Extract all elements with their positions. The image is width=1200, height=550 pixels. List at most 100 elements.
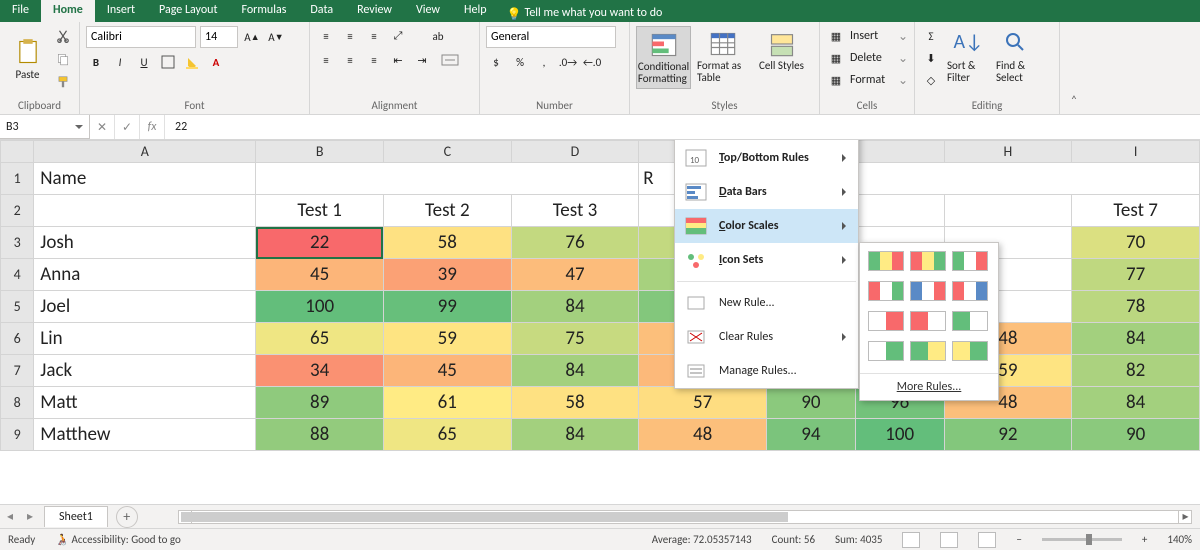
column-header[interactable]: B (256, 141, 384, 163)
tab-data[interactable]: Data (298, 0, 345, 22)
color-scale-option[interactable] (910, 341, 946, 361)
cf-menu-icon-sets[interactable]: Icon Sets (675, 243, 858, 277)
align-left-button[interactable]: ≡ (316, 50, 336, 70)
cell-styles-button[interactable]: Cell Styles (754, 26, 809, 76)
zoom-slider[interactable] (1042, 538, 1122, 541)
enter-formula-button[interactable]: ✓ (115, 115, 140, 139)
merge-center-button[interactable] (436, 50, 464, 70)
align-right-button[interactable]: ≡ (364, 50, 384, 70)
cf-menu-data-bars[interactable]: Data Bars (675, 175, 858, 209)
find-select-button[interactable]: Find & Select (994, 26, 1039, 87)
font-size-combo[interactable] (200, 26, 238, 48)
cut-button[interactable] (53, 26, 73, 46)
column-header[interactable]: H (944, 141, 1072, 163)
row-header[interactable]: 3 (1, 227, 34, 259)
delete-cells-button[interactable]: ▦Delete⌄ (826, 48, 908, 68)
cell[interactable]: 84 (511, 419, 639, 451)
cell[interactable]: 100 (855, 419, 944, 451)
clear-button[interactable]: ◇ (921, 70, 941, 90)
cell[interactable] (34, 195, 256, 227)
format-cells-button[interactable]: ▦Format⌄ (826, 70, 908, 90)
zoom-level[interactable]: 140% (1167, 533, 1192, 546)
cancel-formula-button[interactable]: ✕ (90, 115, 115, 139)
cell[interactable]: 45 (256, 259, 384, 291)
cell[interactable]: 39 (383, 259, 511, 291)
align-middle-button[interactable]: ≡ (340, 26, 360, 46)
tab-formulas[interactable]: Formulas (229, 0, 298, 22)
color-scales-submenu[interactable]: More Rules... (859, 242, 999, 401)
cell[interactable]: Matthew (34, 419, 256, 451)
cell[interactable]: 45 (383, 355, 511, 387)
page-break-view-button[interactable] (978, 532, 996, 548)
worksheet-grid[interactable]: ABCDEHI1NameR2Test 1Test 2Test 3Test 4Te… (0, 140, 1200, 451)
color-scale-option[interactable] (868, 341, 904, 361)
cell[interactable]: 70 (1072, 227, 1200, 259)
conditional-formatting-menu[interactable]: Highlight Cells Rules10Top/Bottom RulesD… (674, 140, 859, 389)
decrease-indent-button[interactable]: ⇤ (388, 50, 408, 70)
cell[interactable]: 90 (766, 387, 855, 419)
column-header[interactable]: D (511, 141, 639, 163)
select-all-cell[interactable] (1, 141, 34, 163)
color-scale-option[interactable] (952, 311, 988, 331)
decrease-decimal-button[interactable]: ←.0 (582, 52, 602, 72)
cf-menu-top-bottom-rules[interactable]: 10Top/Bottom Rules (675, 141, 858, 175)
formula-content[interactable]: 22 (165, 120, 197, 134)
italic-button[interactable]: I (110, 52, 130, 72)
cell[interactable]: Matt (34, 387, 256, 419)
hscroll-thumb[interactable] (181, 512, 788, 522)
comma-button[interactable]: , (534, 52, 554, 72)
orientation-button[interactable]: ⤢ (388, 26, 408, 46)
tell-me-search[interactable]: 💡Tell me what you want to do (499, 0, 671, 22)
page-layout-view-button[interactable] (940, 532, 958, 548)
cell[interactable]: 94 (766, 419, 855, 451)
color-scale-option[interactable] (910, 251, 946, 271)
hscroll-right[interactable]: ▸ (1178, 511, 1192, 523)
tab-review[interactable]: Review (345, 0, 404, 22)
color-scale-option[interactable] (868, 311, 904, 331)
cell[interactable]: 76 (511, 227, 639, 259)
cell[interactable]: Test 7 (1072, 195, 1200, 227)
cell[interactable]: 92 (944, 419, 1072, 451)
cell[interactable]: 65 (256, 323, 384, 355)
cf-menu-clear-rules[interactable]: Clear Rules (675, 320, 858, 354)
cell[interactable]: Anna (34, 259, 256, 291)
align-bottom-button[interactable]: ≡ (364, 26, 384, 46)
format-as-table-button[interactable]: Format as Table (695, 26, 750, 87)
border-button[interactable] (158, 52, 178, 72)
tab-view[interactable]: View (404, 0, 452, 22)
tab-help[interactable]: Help (452, 0, 499, 22)
zoom-in-button[interactable]: + (1142, 533, 1147, 546)
align-top-button[interactable]: ≡ (316, 26, 336, 46)
tab-page-layout[interactable]: Page Layout (147, 0, 229, 22)
number-format-combo[interactable] (486, 26, 616, 48)
name-box[interactable]: B3 (0, 115, 90, 139)
accessibility-status[interactable]: 🧑‍🦽 Accessibility: Good to go (55, 533, 181, 546)
add-sheet-button[interactable]: + (116, 506, 138, 528)
font-name-combo[interactable] (86, 26, 196, 48)
insert-cells-button[interactable]: ▦Insert⌄ (826, 26, 908, 46)
color-scale-option[interactable] (910, 281, 946, 301)
cell[interactable]: 58 (511, 387, 639, 419)
conditional-formatting-button[interactable]: Conditional Formatting (636, 26, 691, 89)
fill-color-button[interactable] (182, 52, 202, 72)
increase-indent-button[interactable]: ⇥ (412, 50, 432, 70)
tab-file[interactable]: File (0, 0, 41, 22)
more-rules-link[interactable]: More Rules... (860, 373, 998, 400)
row-header[interactable]: 7 (1, 355, 34, 387)
cell[interactable]: 78 (1072, 291, 1200, 323)
color-scale-option[interactable] (868, 251, 904, 271)
row-header[interactable]: 8 (1, 387, 34, 419)
cell[interactable]: 75 (511, 323, 639, 355)
tab-home[interactable]: Home (41, 0, 95, 22)
fill-button[interactable]: ⬇ (921, 48, 941, 68)
cell[interactable]: Test 1 (256, 195, 384, 227)
row-header[interactable]: 1 (1, 163, 34, 195)
row-header[interactable]: 9 (1, 419, 34, 451)
wrap-text-button[interactable]: ab (424, 26, 452, 46)
row-header[interactable]: 6 (1, 323, 34, 355)
row-header[interactable]: 5 (1, 291, 34, 323)
column-header[interactable]: C (383, 141, 511, 163)
color-scale-option[interactable] (868, 281, 904, 301)
cell[interactable]: 22 (256, 227, 384, 259)
color-scale-option[interactable] (952, 251, 988, 271)
